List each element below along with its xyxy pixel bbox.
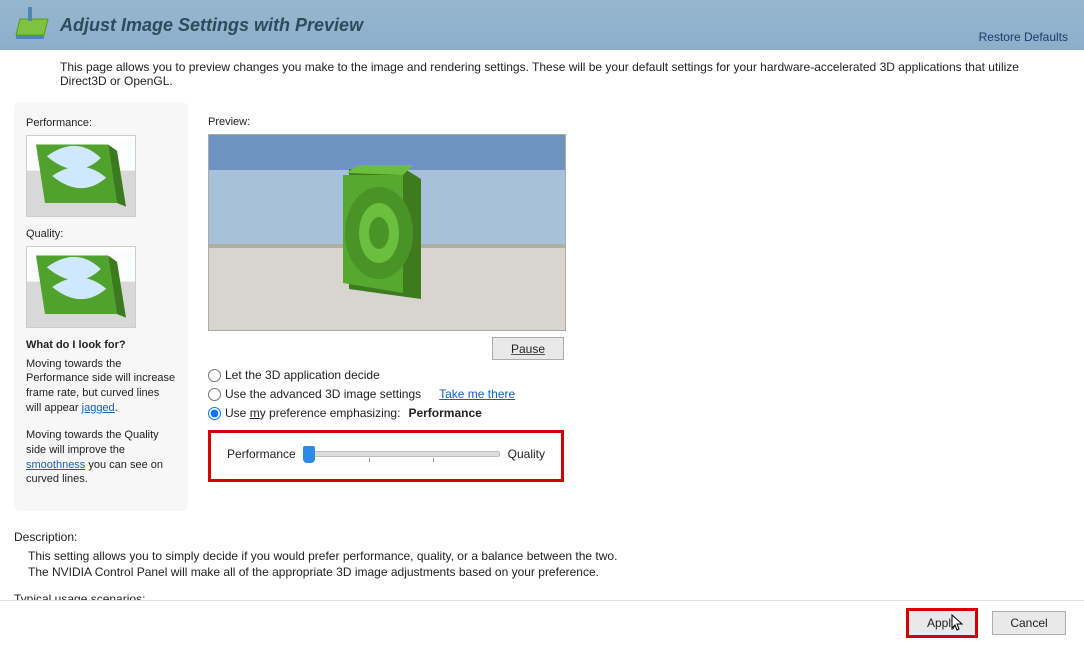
preview-3d-area — [208, 134, 566, 331]
page-title: Adjust Image Settings with Preview — [60, 15, 363, 36]
sidebar-para-1: Moving towards the Performance side will… — [26, 357, 176, 416]
smoothness-link[interactable]: smoothness — [26, 459, 85, 471]
performance-label: Performance: — [26, 116, 176, 131]
sidebar: Performance: Quality: What do I look — [14, 102, 188, 511]
preference-slider-box: Performance Quality — [208, 430, 564, 482]
radio-group: Let the 3D application decide Use the ad… — [208, 366, 578, 424]
footer-bar: Apply Cancel — [0, 600, 1084, 645]
cancel-button[interactable]: Cancel — [992, 611, 1066, 635]
radio-my-preference-label[interactable]: Use my preference emphasizing: — [225, 404, 400, 423]
sidebar-para-2: Moving towards the Quality side will imp… — [26, 428, 176, 487]
emphasis-value: Performance — [408, 404, 481, 423]
take-me-there-link[interactable]: Take me there — [439, 385, 515, 404]
radio-let-app-decide-label[interactable]: Let the 3D application decide — [225, 366, 380, 385]
header-bar: Adjust Image Settings with Preview Resto… — [0, 0, 1084, 50]
radio-let-app-decide[interactable] — [208, 369, 221, 382]
description-title: Description: — [14, 530, 1070, 544]
slider-right-label: Quality — [508, 447, 545, 461]
slider-thumb[interactable] — [303, 446, 315, 463]
slider-left-label: Performance — [227, 447, 296, 461]
radio-my-preference[interactable] — [208, 407, 221, 420]
jagged-link[interactable]: jagged — [82, 402, 115, 414]
description-line-2: The NVIDIA Control Panel will make all o… — [28, 564, 1070, 580]
quality-label: Quality: — [26, 227, 176, 242]
quality-thumbnail — [26, 246, 136, 328]
radio-advanced-settings[interactable] — [208, 388, 221, 401]
apply-button[interactable]: Apply — [906, 608, 978, 638]
preference-slider[interactable] — [304, 451, 500, 457]
intro-text: This page allows you to preview changes … — [0, 50, 1084, 92]
pause-button[interactable]: Pause — [492, 337, 564, 360]
header-icon — [10, 5, 50, 45]
description-line-1: This setting allows you to simply decide… — [28, 548, 1070, 564]
restore-defaults-link[interactable]: Restore Defaults — [979, 30, 1068, 44]
preview-label: Preview: — [208, 116, 578, 128]
main-panel: Preview: Pause Let the 3D application de… — [188, 102, 578, 511]
performance-thumbnail — [26, 135, 136, 217]
description-section: Description: This setting allows you to … — [14, 530, 1070, 606]
what-do-i-look-for-title: What do I look for? — [26, 338, 176, 353]
radio-advanced-settings-label[interactable]: Use the advanced 3D image settings — [225, 385, 421, 404]
